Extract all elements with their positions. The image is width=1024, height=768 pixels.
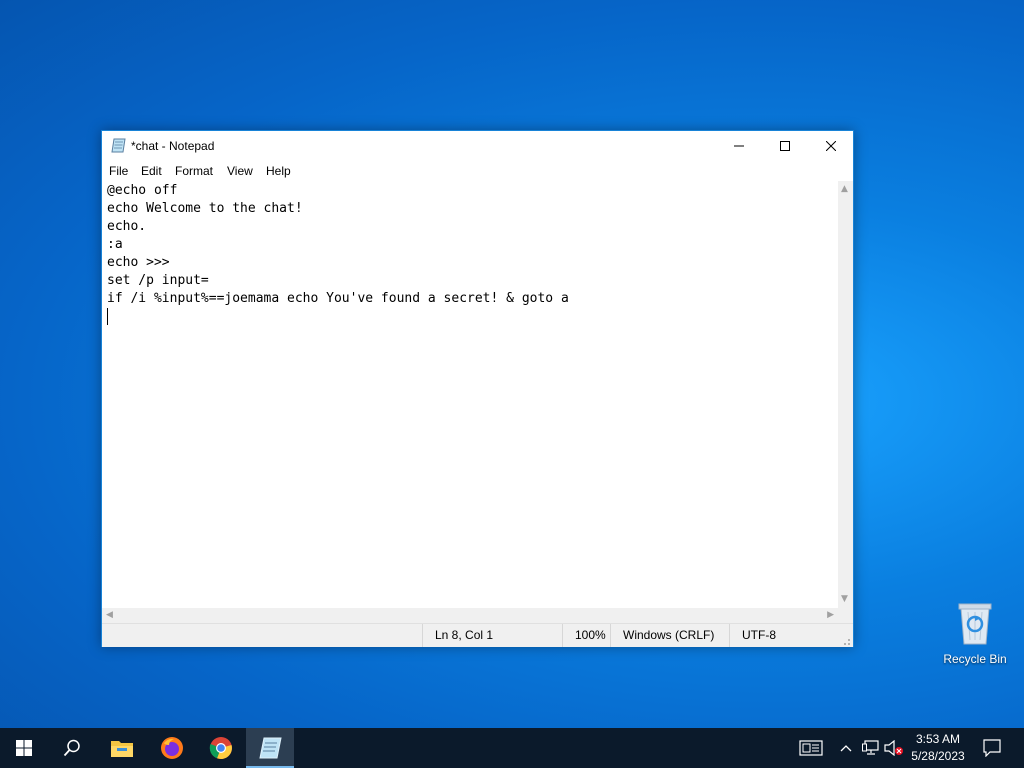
menu-edit[interactable]: Edit (141, 164, 162, 178)
status-position: Ln 8, Col 1 (422, 624, 562, 647)
search-button[interactable] (48, 728, 96, 768)
minimize-icon (734, 145, 744, 147)
maximize-button[interactable] (762, 131, 808, 161)
notepad-icon (111, 138, 127, 153)
desktop: Recycle Bin *chat - Notepad File Edit Fo… (0, 0, 1024, 728)
taskbar-firefox[interactable] (148, 728, 196, 768)
taskbar-file-explorer[interactable] (98, 728, 146, 768)
scrollbar-corner (838, 608, 853, 623)
search-icon (63, 739, 80, 757)
close-button[interactable] (808, 131, 854, 161)
horizontal-scrollbar[interactable]: ◀ ▶ (102, 608, 838, 623)
menu-help[interactable]: Help (266, 164, 291, 178)
file-explorer-icon (111, 741, 133, 757)
start-button[interactable] (0, 728, 48, 768)
title-bar[interactable]: *chat - Notepad (102, 131, 853, 161)
status-bar: Ln 8, Col 1 100% Windows (CRLF) UTF-8 (102, 623, 853, 647)
menu-format[interactable]: Format (175, 164, 213, 178)
vertical-scrollbar[interactable]: ▲ ▼ (838, 181, 853, 608)
show-hidden-icons-button[interactable] (836, 728, 856, 768)
clock-date: 5/28/2023 (911, 749, 965, 763)
close-icon (826, 141, 836, 151)
firefox-icon (161, 737, 183, 759)
notifications-icon (983, 739, 1001, 757)
clock-time: 3:53 AM (915, 732, 961, 746)
network-button[interactable] (859, 728, 883, 768)
status-encoding: UTF-8 (729, 624, 839, 647)
minimize-button[interactable] (716, 131, 762, 161)
network-icon (862, 740, 879, 755)
status-zoom: 100% (562, 624, 612, 647)
text-caret (107, 308, 108, 325)
news-button[interactable] (796, 728, 826, 768)
taskbar: 3:53 AM 5/28/2023 (0, 728, 1024, 768)
taskbar-notepad[interactable] (246, 728, 294, 768)
maximize-icon (780, 141, 790, 151)
scroll-right-icon[interactable]: ▶ (827, 611, 834, 620)
notepad-icon (259, 737, 282, 759)
scroll-down-icon[interactable]: ▼ (841, 595, 848, 604)
start-icon (16, 740, 32, 756)
menu-view[interactable]: View (227, 164, 253, 178)
menu-bar: File Edit Format View Help (102, 161, 853, 181)
notifications-button[interactable] (978, 728, 1006, 768)
menu-file[interactable]: File (109, 164, 128, 178)
status-line-ending: Windows (CRLF) (610, 624, 730, 647)
news-icon (799, 740, 823, 756)
chevron-up-icon (840, 745, 852, 752)
window-title: *chat - Notepad (131, 139, 215, 153)
notepad-window[interactable]: *chat - Notepad File Edit Format View He… (101, 130, 854, 647)
editor-content[interactable]: @echo off echo Welcome to the chat! echo… (107, 182, 569, 308)
scroll-left-icon[interactable]: ◀ (106, 611, 113, 620)
recycle-bin-label: Recycle Bin (943, 652, 1007, 666)
recycle-bin-icon (956, 600, 994, 646)
resize-grip-icon[interactable] (841, 635, 851, 645)
volume-muted-icon (884, 740, 903, 756)
taskbar-clock[interactable]: 3:53 AM 5/28/2023 (902, 728, 974, 768)
taskbar-chrome[interactable] (197, 728, 245, 768)
scroll-up-icon[interactable]: ▲ (841, 185, 848, 194)
text-editor[interactable]: @echo off echo Welcome to the chat! echo… (102, 181, 838, 608)
chrome-icon (209, 737, 232, 760)
desktop-icon-recycle-bin[interactable]: Recycle Bin (940, 600, 1010, 666)
